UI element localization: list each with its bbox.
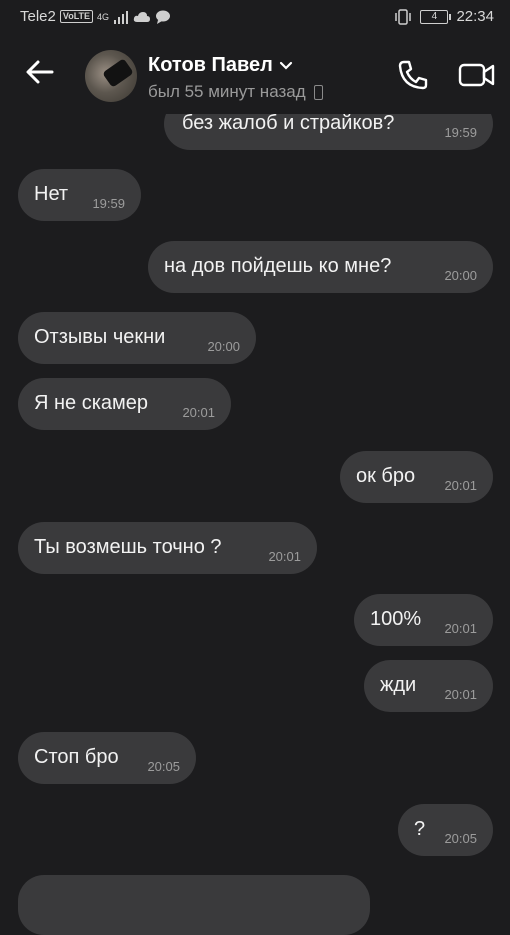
video-call-icon[interactable]: [458, 60, 496, 90]
message-text: Ты возмешь точно ?: [34, 536, 222, 558]
message-text: Отзывы чекни: [34, 326, 166, 348]
avatar[interactable]: [85, 50, 137, 102]
message-time: 20:01: [444, 687, 477, 702]
message-text: без жалоб и страйков?: [182, 112, 395, 134]
contact-name[interactable]: Котов Павел: [148, 54, 293, 77]
message-bubble-incoming-partial[interactable]: [18, 875, 370, 935]
message-text: жди: [380, 674, 417, 696]
message-bubble-incoming[interactable]: Стоп бро 20:05: [18, 732, 196, 784]
message-time: 20:05: [444, 831, 477, 846]
contact-name-text: Котов Павел: [148, 54, 273, 76]
message-bubble-incoming[interactable]: Я не скамер 20:01: [18, 378, 231, 430]
message-time: 20:00: [444, 268, 477, 283]
message-bubble-incoming[interactable]: Отзывы чекни 20:00: [18, 312, 256, 364]
message-time: 20:00: [207, 339, 240, 354]
message-bubble-incoming[interactable]: Нет 19:59: [18, 169, 141, 221]
message-time: 20:05: [147, 759, 180, 774]
message-bubble-outgoing[interactable]: жди 20:01: [364, 660, 493, 712]
mobile-device-icon: [313, 84, 323, 100]
message-text: Я не скамер: [34, 392, 149, 414]
phone-call-icon[interactable]: [396, 58, 430, 92]
message-text: Стоп бро: [34, 746, 119, 768]
message-list[interactable]: без жалоб и страйков? 19:59 Нет 19:59 на…: [0, 0, 510, 935]
message-bubble-outgoing[interactable]: на дов пойдешь ко мне? 20:00: [148, 241, 493, 293]
message-time: 20:01: [182, 405, 215, 420]
message-bubble-outgoing[interactable]: 100% 20:01: [354, 594, 493, 646]
message-text: ?: [414, 818, 426, 840]
back-arrow-icon[interactable]: [24, 56, 56, 88]
message-bubble-outgoing[interactable]: ок бро 20:01: [340, 451, 493, 503]
message-text: ок бро: [356, 465, 416, 487]
message-bubble-incoming[interactable]: Ты возмешь точно ? 20:01: [18, 522, 317, 574]
message-time: 19:59: [92, 196, 125, 211]
message-time: 20:01: [268, 549, 301, 564]
last-seen-text: был 55 минут назад: [148, 82, 306, 101]
message-time: 20:01: [444, 478, 477, 493]
message-text: 100%: [370, 608, 422, 630]
contact-status: был 55 минут назад: [148, 82, 323, 102]
message-text: на дов пойдешь ко мне?: [164, 255, 392, 277]
avatar-image: [102, 58, 134, 88]
message-text: Нет: [34, 183, 69, 205]
message-bubble-outgoing[interactable]: ? 20:05: [398, 804, 493, 856]
chevron-down-icon: [279, 61, 292, 70]
chat-header: Котов Павел был 55 минут назад: [0, 34, 510, 114]
message-time: 19:59: [444, 125, 477, 140]
message-time: 20:01: [444, 621, 477, 636]
